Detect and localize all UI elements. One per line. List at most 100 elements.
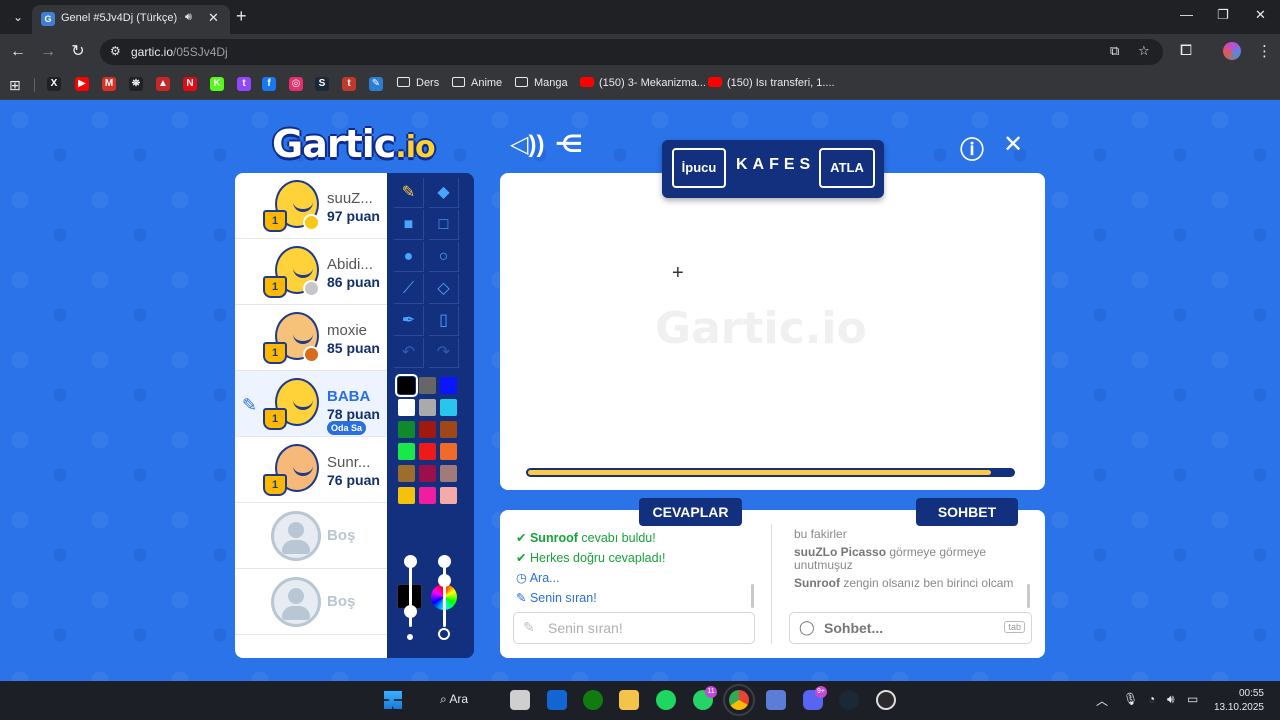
color-swatch[interactable] [398,421,415,438]
bookmark-star-icon[interactable]: ☆ [1138,43,1150,59]
game-icon[interactable]: ⛯ [129,77,143,91]
chat-input[interactable]: ◯ Sohbet... tab [789,612,1032,644]
youtube-icon[interactable]: ▶ [75,77,89,91]
opacity-slider[interactable] [443,561,446,627]
instagram-icon[interactable]: ◎ [289,77,303,91]
address-bar[interactable]: ⚙ gartic.io/05SJv4Dj ⧉ ☆ [100,39,1163,65]
chrome-icon[interactable] [723,684,755,716]
filled-rectangle-tool-icon[interactable]: ■ [394,210,424,240]
x-icon[interactable]: X [47,77,61,91]
tab-search-chevron-icon[interactable]: ⌄ [8,7,28,27]
color-swatch[interactable] [440,487,457,504]
back-icon[interactable]: ← [8,42,28,62]
reload-icon[interactable]: ↻ [68,42,88,62]
share-icon[interactable]: ⋲ [555,130,583,159]
extensions-icon[interactable]: ⧠ [1180,42,1192,59]
color-swatch[interactable] [419,377,436,394]
drawing-canvas[interactable]: Gartic.io + [500,173,1045,490]
circle-tool-icon[interactable]: ○ [429,242,459,272]
site-info-icon[interactable]: ⚙ [110,44,121,58]
spotify-icon[interactable] [656,690,676,710]
new-tab-icon[interactable]: + [236,6,247,27]
chat-scrollbar[interactable] [1027,584,1030,608]
task-view-icon[interactable] [510,690,530,710]
install-app-icon[interactable]: ⧉ [1110,43,1119,59]
eyedropper-tool-icon[interactable]: ✒ [394,306,424,336]
profile-avatar-icon[interactable] [1223,42,1241,60]
xbox-icon[interactable] [583,690,603,710]
battery-icon[interactable]: ▭ [1187,692,1198,706]
pencil-tool-icon[interactable]: ✎ [394,178,424,208]
wifi-icon[interactable]: ◔ [1148,692,1155,706]
answers-scrollbar[interactable] [751,584,754,608]
answers-tab[interactable]: CEVAPLAR [639,498,742,526]
steam-icon[interactable] [839,690,859,710]
fill-bucket-tool-icon[interactable]: ◇ [429,274,459,304]
browser-tab[interactable]: G Genel #5Jv4Dj (Türkçe) - Ga 🔊︎ ✕ [32,5,230,34]
sound-icon[interactable]: ◁)) [510,130,544,159]
netflix-icon[interactable]: N [183,77,197,91]
bookmark-video-link[interactable]: (150) Isı transferi, 1.... [708,77,835,89]
bookmark-folder[interactable]: Anime [452,77,502,89]
color-swatch[interactable] [440,399,457,416]
color-swatch[interactable] [440,465,457,482]
apps-grid-icon[interactable]: ⊞ [9,77,21,94]
info-icon[interactable]: ⓘ [960,130,984,165]
gmail-icon[interactable]: M [102,77,116,91]
color-swatch[interactable] [419,465,436,482]
opacity-handle[interactable] [438,574,451,587]
steam-icon[interactable]: S [315,77,329,91]
browser-menu-icon[interactable]: ⋮ [1257,42,1272,60]
anime-icon[interactable]: ▲ [156,77,170,91]
start-menu-icon[interactable] [384,691,402,709]
color-swatch[interactable] [398,399,415,416]
window-close-icon[interactable]: ✕ [1255,7,1266,23]
app-icon[interactable] [766,690,786,710]
taskbar-clock[interactable]: 00:55 13.10.2025 [1212,687,1264,715]
color-swatch[interactable] [419,421,436,438]
bookmark-folder[interactable]: Manga [515,77,568,89]
bookmark-folder[interactable]: Ders [397,77,439,89]
obs-icon[interactable] [876,690,896,710]
bookmark-video-link[interactable]: (150) 3- Mekanizma... [580,77,706,89]
skip-button[interactable]: ATLA [819,148,875,188]
outlook-icon[interactable] [547,690,567,710]
rectangle-tool-icon[interactable]: □ [429,210,459,240]
brush-size-handle[interactable] [404,605,417,618]
filled-circle-tool-icon[interactable]: ● [394,242,424,272]
tumblr-icon[interactable]: t [342,77,356,91]
volume-icon[interactable]: 🔊︎ [1167,692,1175,707]
color-swatch[interactable] [398,465,415,482]
microphone-icon[interactable]: 🎙︎ [1123,692,1138,706]
eraser-tool-icon[interactable]: ◆ [429,178,459,208]
kick-icon[interactable]: K [210,77,224,91]
chat-tab[interactable]: SOHBET [916,498,1018,526]
color-swatch[interactable] [440,377,457,394]
color-swatch[interactable] [398,487,415,504]
color-swatch[interactable] [419,399,436,416]
forward-icon[interactable]: → [38,42,58,62]
audio-playing-icon[interactable]: 🔊︎ [185,11,192,24]
restore-icon[interactable]: ❐ [1217,7,1229,23]
file-explorer-icon[interactable] [619,690,639,710]
color-swatch[interactable] [398,443,415,460]
facebook-icon[interactable]: f [262,77,276,91]
color-swatch[interactable] [419,487,436,504]
redo-tool-icon[interactable]: ↷ [429,338,459,368]
color-swatch[interactable] [440,421,457,438]
undo-tool-icon[interactable]: ↶ [394,338,424,368]
taskbar-search[interactable]: ⌕ Ara [440,692,468,707]
tray-overflow-icon[interactable]: ︿ [1096,692,1108,709]
color-swatch[interactable] [395,374,418,397]
twitch-icon[interactable]: t [237,77,251,91]
app-icon[interactable]: ✎ [369,77,383,91]
line-tool-icon[interactable]: ⟋ [394,274,424,304]
clear-page-tool-icon[interactable]: ▯ [429,306,459,336]
color-swatch[interactable] [440,443,457,460]
exit-icon[interactable]: ✕ [1003,130,1023,159]
minimize-icon[interactable]: — [1180,7,1193,22]
tab-close-icon[interactable]: ✕ [208,10,219,26]
hint-button[interactable]: İpucu [672,148,726,188]
answer-input[interactable]: ✎ Senin sıran! [513,612,755,644]
color-swatch[interactable] [419,443,436,460]
